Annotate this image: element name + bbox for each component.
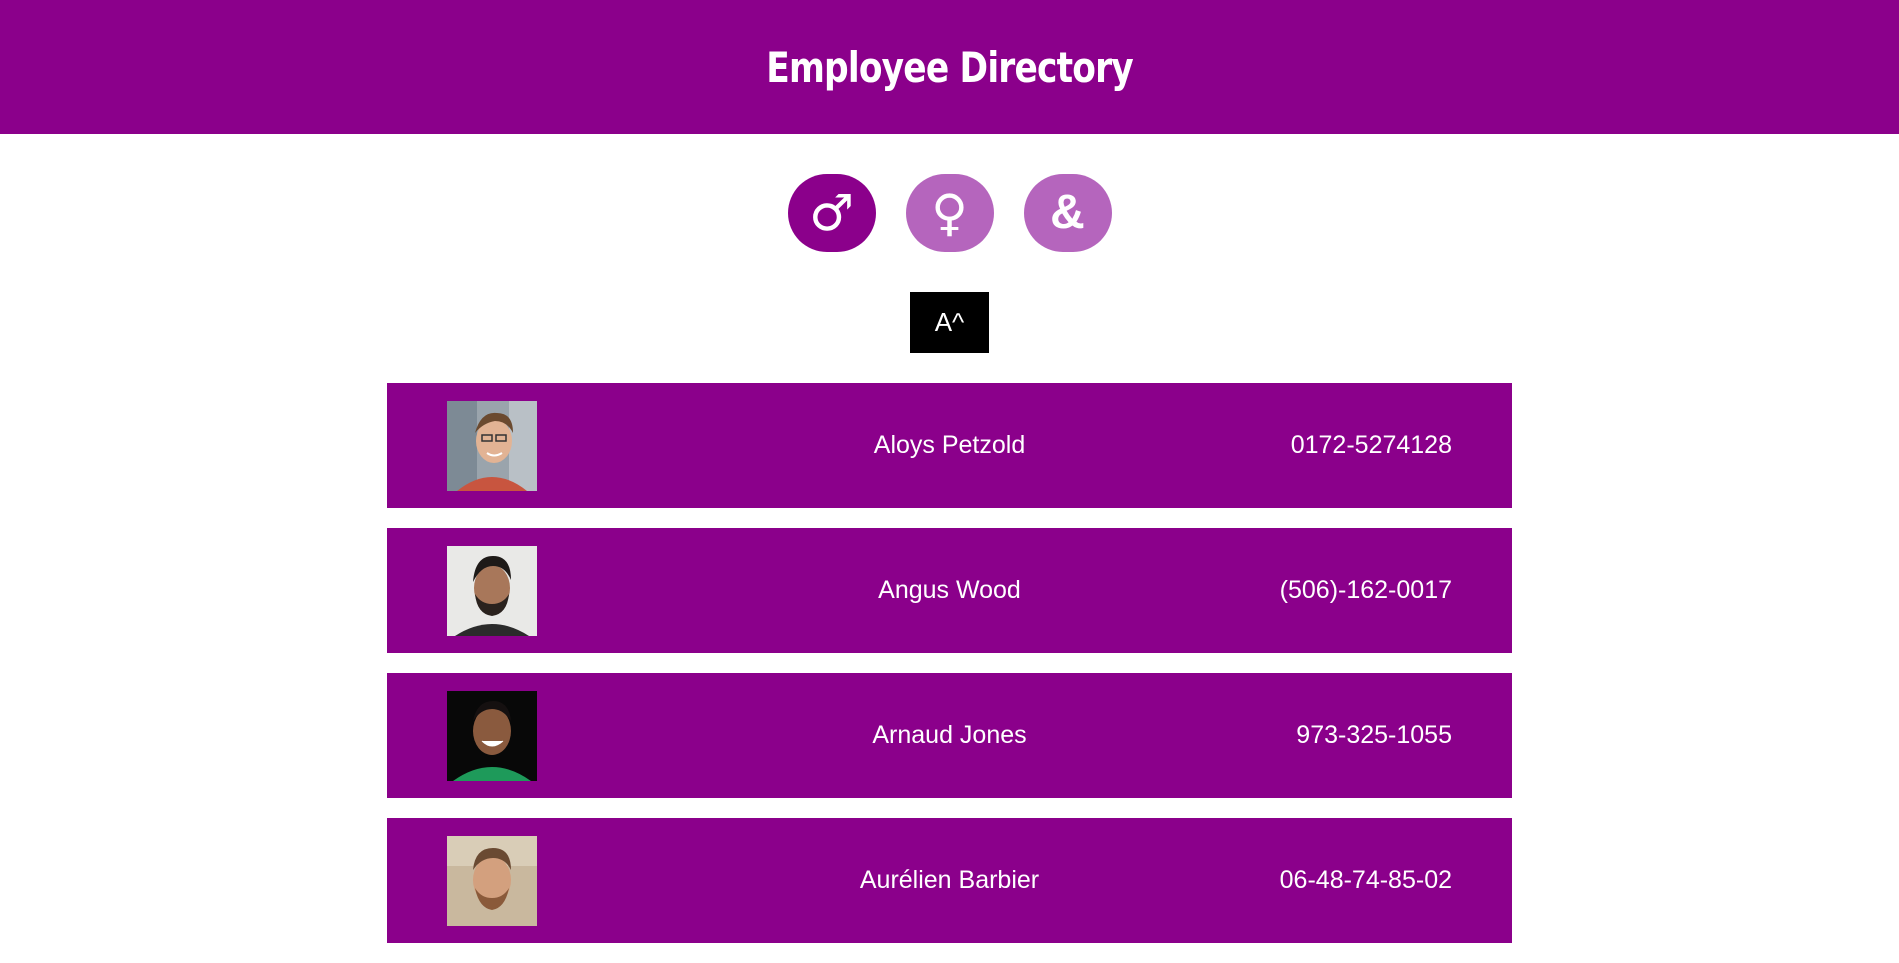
filter-all-button[interactable]: & [1023,174,1112,252]
gender-filter-group: ♂ ♀ & [0,174,1899,252]
employee-row[interactable]: Angus Wood (506)-162-0017 [387,528,1512,653]
employee-phone: 06-48-74-85-02 [1279,866,1452,894]
filter-female-button[interactable]: ♀ [905,174,994,252]
filter-male-button[interactable]: ♂ [787,174,876,252]
female-icon: ♀ [931,184,968,242]
employee-list: Aloys Petzold 0172-5274128 Angus Wood (5… [387,383,1512,963]
employee-phone: 0172-5274128 [1290,431,1452,459]
male-icon: ♂ [809,184,854,242]
employee-row[interactable]: Arnaud Jones 973-325-1055 [387,673,1512,798]
page-header: Employee Directory [0,0,1899,134]
ampersand-icon: & [1050,186,1085,239]
sort-alphabetical-button[interactable]: A^ [910,292,989,353]
employee-phone: (506)-162-0017 [1279,576,1452,604]
employee-phone: 973-325-1055 [1296,721,1452,749]
employee-row[interactable]: Aurélien Barbier 06-48-74-85-02 [387,818,1512,943]
employee-row[interactable]: Aloys Petzold 0172-5274128 [387,383,1512,508]
page-title: Employee Directory [766,42,1133,92]
